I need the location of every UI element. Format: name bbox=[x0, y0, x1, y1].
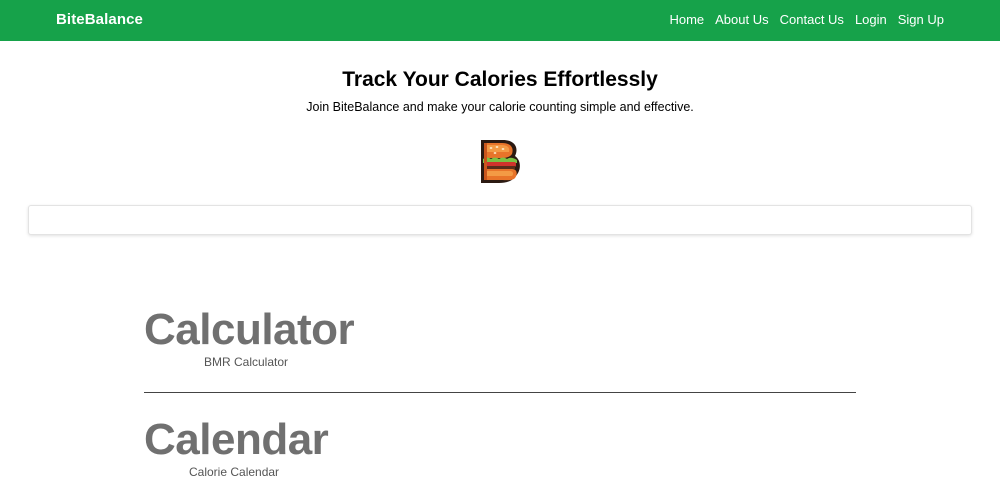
nav-links: Home About Us Contact Us Login Sign Up bbox=[669, 12, 944, 27]
nav-link-home[interactable]: Home bbox=[669, 12, 704, 27]
brand-logo-link[interactable]: BiteBalance bbox=[56, 11, 143, 28]
burger-b-logo-icon bbox=[477, 136, 523, 186]
section-heading-calculator: Calculator bbox=[144, 305, 355, 354]
top-navbar: BiteBalance Home About Us Contact Us Log… bbox=[0, 0, 1000, 41]
nav-link-login[interactable]: Login bbox=[855, 12, 887, 27]
nav-link-about-us[interactable]: About Us bbox=[715, 12, 768, 27]
hero-title: Track Your Calories Effortlessly bbox=[342, 68, 658, 91]
section-heading-calendar: Calendar bbox=[144, 415, 329, 464]
nav-link-contact-us[interactable]: Contact Us bbox=[780, 12, 844, 27]
calorie-calendar-link[interactable]: Calorie Calendar bbox=[189, 465, 279, 479]
section-divider bbox=[144, 392, 856, 393]
content-card bbox=[28, 205, 972, 235]
hero-subtitle: Join BiteBalance and make your calorie c… bbox=[306, 100, 694, 114]
nav-link-sign-up[interactable]: Sign Up bbox=[898, 12, 944, 27]
bmr-calculator-link[interactable]: BMR Calculator bbox=[204, 355, 288, 369]
